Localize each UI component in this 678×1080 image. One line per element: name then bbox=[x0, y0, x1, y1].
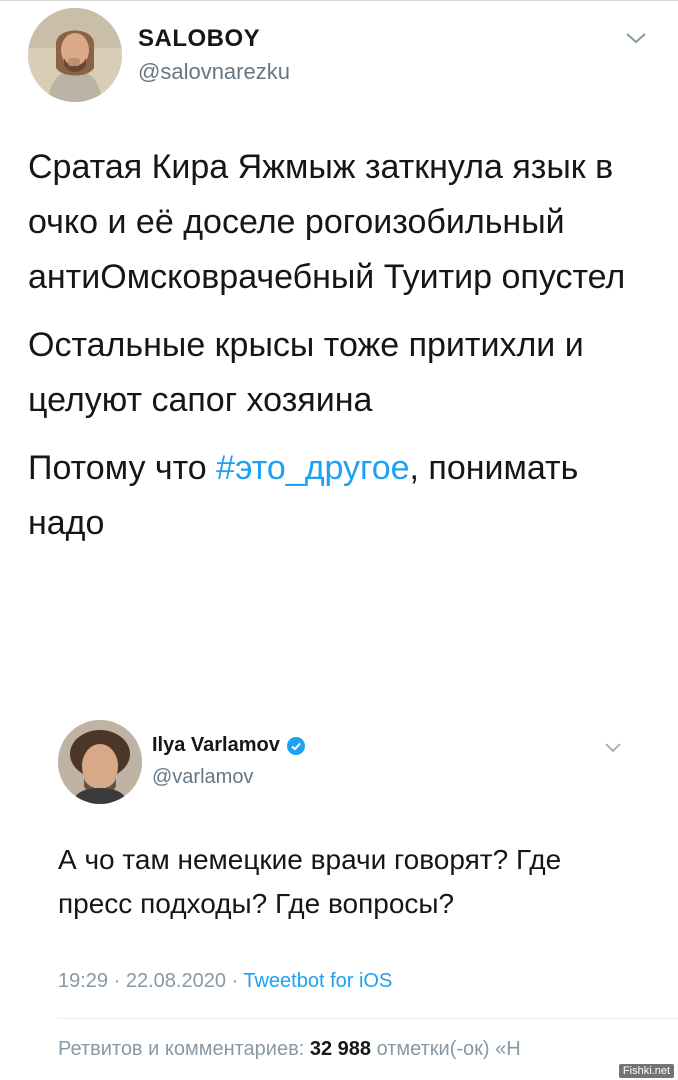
tweet-paragraph: Потому что #это_другое, понимать надо bbox=[28, 441, 648, 551]
display-name[interactable]: SALOBOY bbox=[138, 25, 260, 53]
stats-label: отметки(-ок) «Н bbox=[371, 1038, 521, 1060]
meta-separator: · bbox=[108, 970, 126, 992]
tweet-meta: 19:29 · 22.08.2020 · Tweetbot for iOS bbox=[58, 970, 392, 993]
handle[interactable]: @salovnarezku bbox=[138, 59, 290, 85]
watermark: Fishki.net bbox=[618, 1064, 674, 1078]
tweet-paragraph: Остальные крысы тоже притихли и целуют с… bbox=[28, 326, 584, 419]
avatar-image bbox=[28, 8, 122, 102]
chevron-down-icon[interactable] bbox=[604, 741, 622, 754]
text-segment: Потому что bbox=[28, 449, 217, 487]
divider bbox=[58, 1018, 678, 1019]
meta-separator: · bbox=[225, 970, 244, 992]
like-count[interactable]: 988 bbox=[338, 1038, 371, 1060]
quoted-avatar[interactable] bbox=[58, 720, 142, 804]
retweet-count[interactable]: 32 bbox=[310, 1038, 332, 1060]
quoted-name-row: Ilya Varlamov bbox=[152, 734, 306, 757]
verified-badge-icon bbox=[286, 736, 305, 755]
chevron-down-icon[interactable] bbox=[624, 30, 648, 46]
quoted-avatar-image bbox=[58, 720, 142, 804]
tweet-text: Сратая Кира Яжмыж заткнула язык в очко и… bbox=[28, 140, 648, 551]
top-divider bbox=[0, 0, 678, 1]
stats-label: Ретвитов и комментариев: bbox=[58, 1038, 310, 1060]
tweet-time: 19:29 bbox=[58, 970, 109, 992]
quoted-display-name[interactable]: Ilya Varlamov bbox=[152, 734, 280, 757]
avatar[interactable] bbox=[28, 8, 122, 102]
tweet-paragraph: Сратая Кира Яжмыж заткнула язык в очко и… bbox=[28, 148, 626, 296]
quoted-handle[interactable]: @varlamov bbox=[152, 766, 253, 789]
tweet-stats: Ретвитов и комментариев: 32 988 отметки(… bbox=[58, 1038, 678, 1061]
client-link[interactable]: Tweetbot for iOS bbox=[243, 970, 392, 992]
tweet-date: 22.08.2020 bbox=[125, 970, 226, 992]
hashtag-link[interactable]: #это_другое bbox=[216, 449, 409, 487]
quoted-tweet-text: А чо там немецкие врачи говорят? Где пре… bbox=[58, 844, 562, 919]
